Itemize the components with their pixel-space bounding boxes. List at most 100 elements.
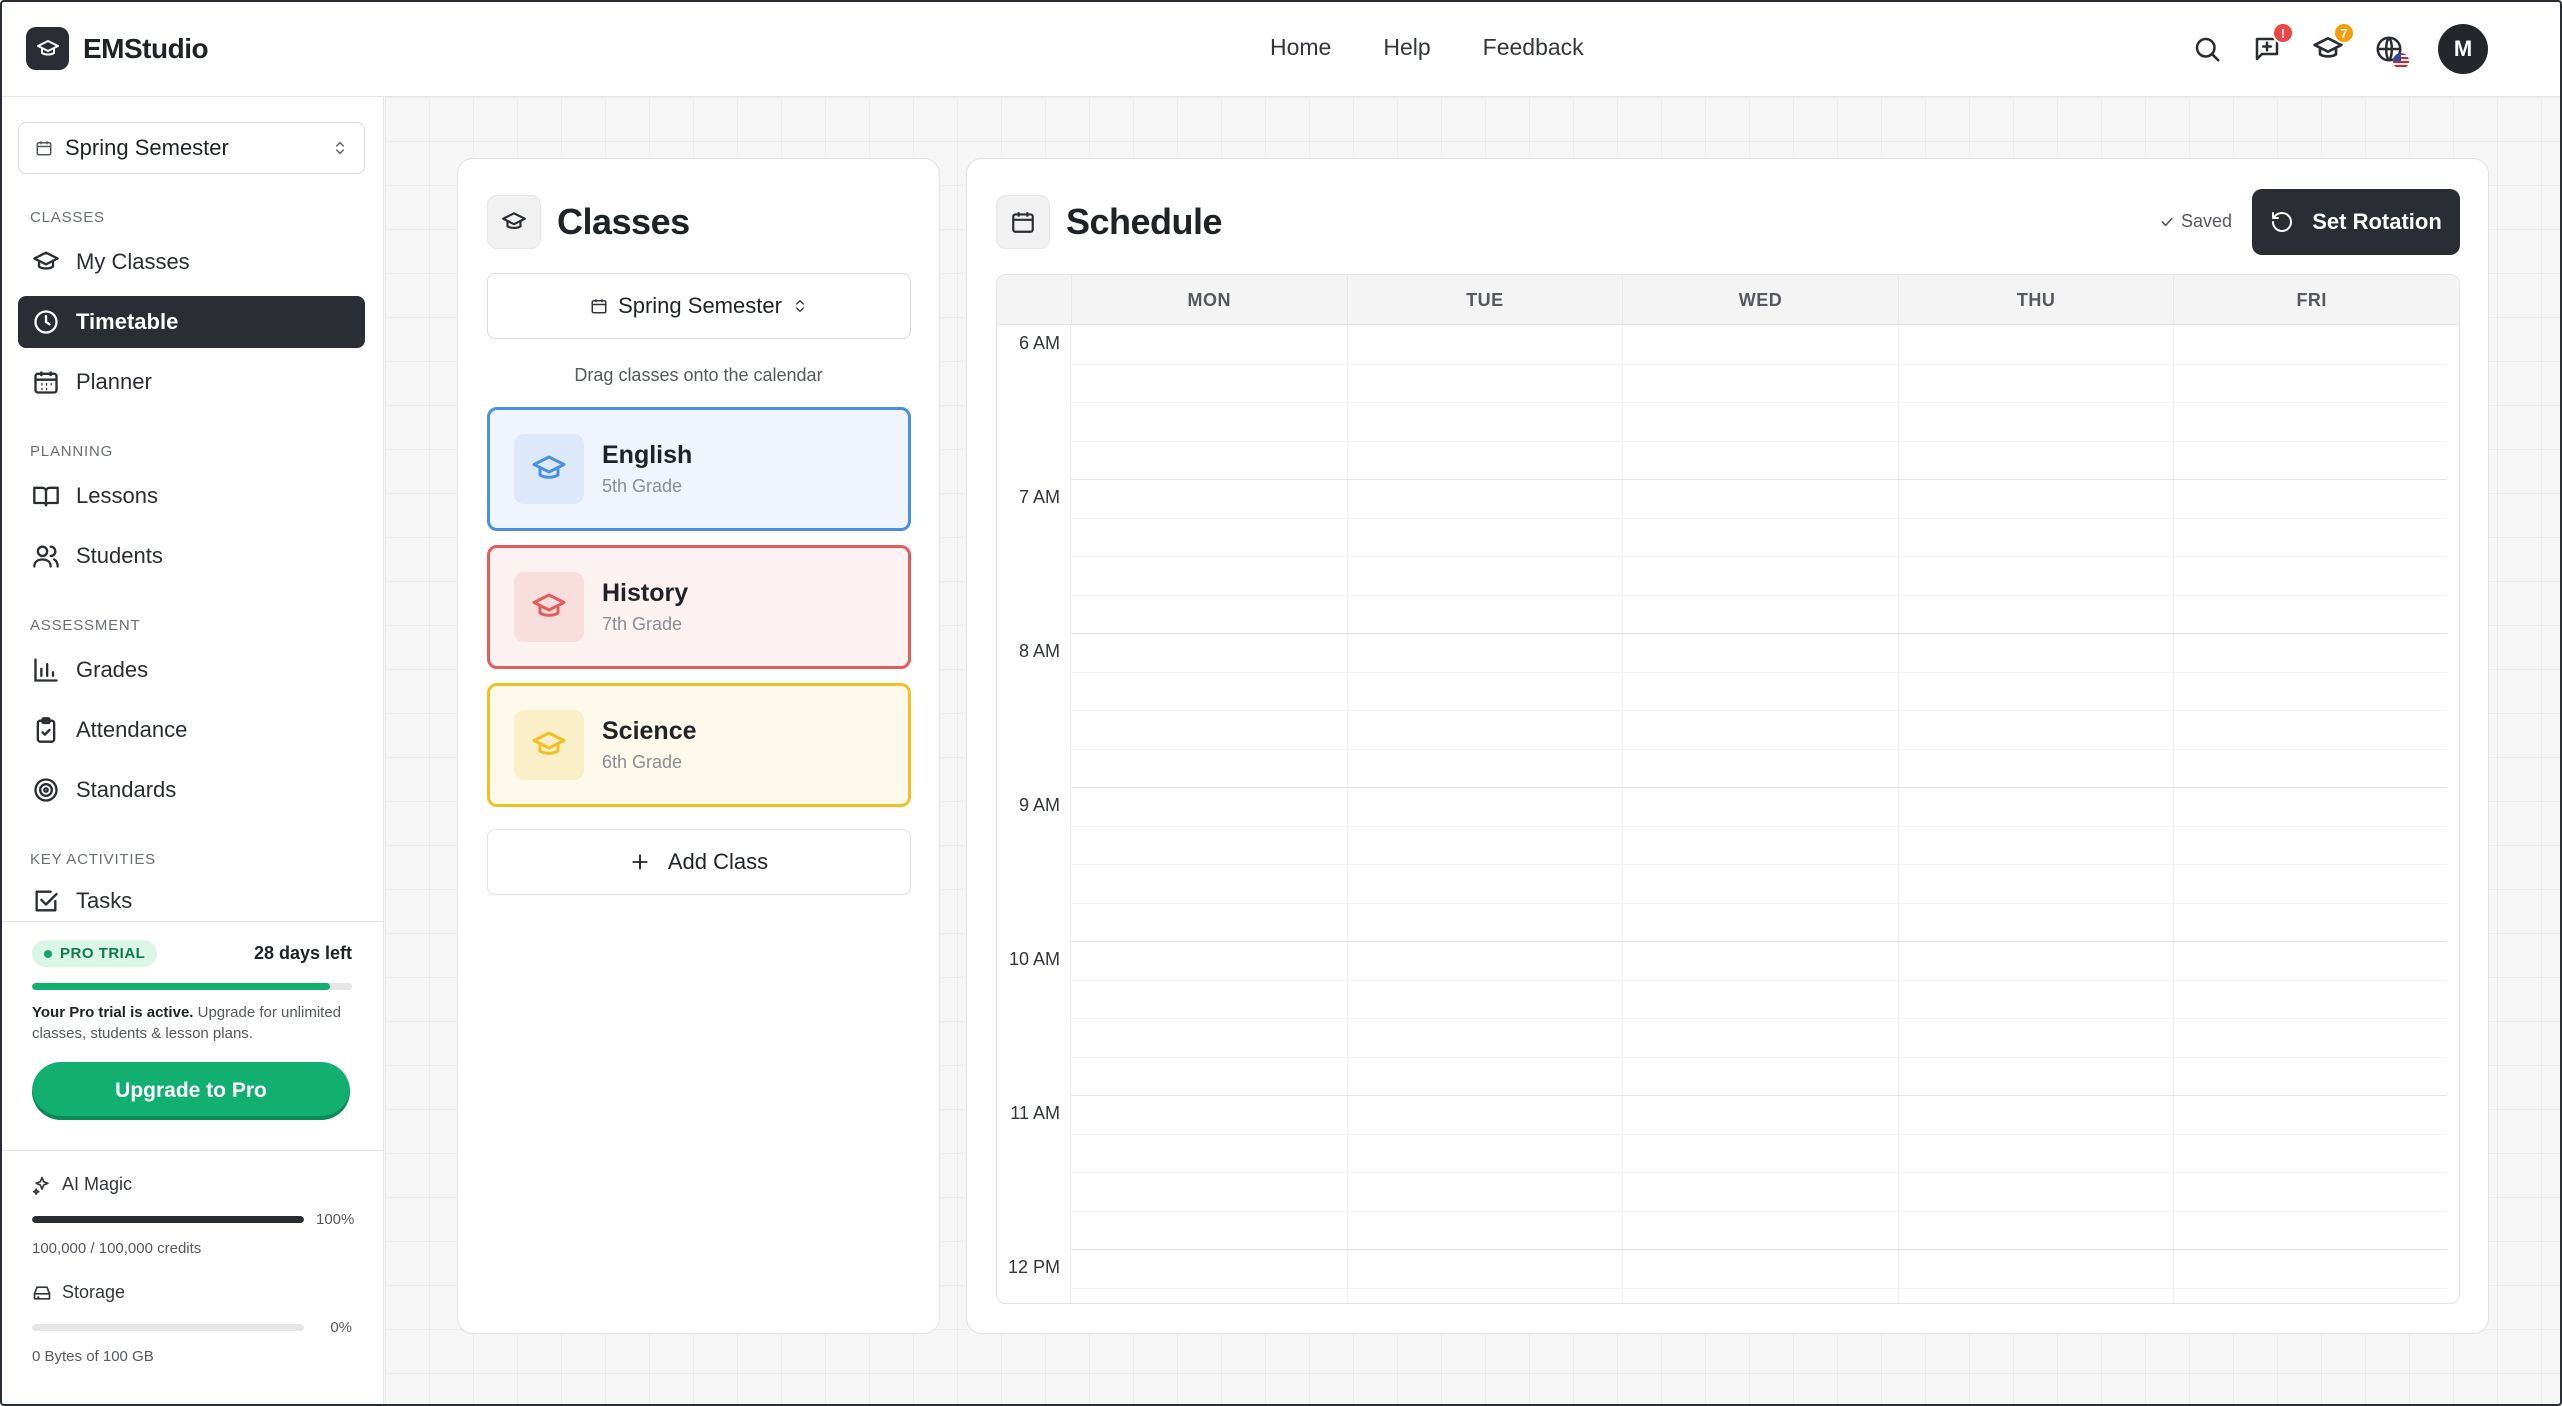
classes-button[interactable]: 7 <box>2309 22 2355 68</box>
class-text: History 7th Grade <box>602 579 688 635</box>
time-slot-line <box>1071 1056 2447 1058</box>
sidebar-item-label: Timetable <box>76 309 179 334</box>
class-text: English 5th Grade <box>602 441 692 497</box>
sidebar-item-label: Grades <box>76 657 149 682</box>
trial-days-left: 28 days left <box>253 943 352 963</box>
pro-trial-badge: PRO TRIAL <box>32 940 158 967</box>
section-label-key-activities: KEY ACTIVITIES <box>30 851 156 868</box>
checkbox-icon <box>35 890 58 912</box>
calendar-icon <box>591 299 607 314</box>
nav-help-link[interactable]: Help <box>1383 34 1430 61</box>
sidebar-item-label: My Classes <box>76 249 190 274</box>
messages-button[interactable]: ! <box>2248 22 2294 68</box>
schedule-panel: Schedule Saved Set Rotation MON TUE WED THU… <box>966 158 2489 1334</box>
classes-header: Classes <box>487 195 690 249</box>
status-dot <box>44 949 52 958</box>
sidebar-item-label: Planner <box>76 369 152 394</box>
semester-select[interactable]: Spring Semester <box>18 122 365 174</box>
add-class-button[interactable]: Add Class <box>487 829 911 895</box>
search-icon <box>2195 37 2220 62</box>
class-name: Science <box>602 717 697 745</box>
clock-icon <box>34 310 58 334</box>
sidebar-item-label: Students <box>76 543 163 568</box>
sidebar-item-planner[interactable]: Planner <box>18 356 365 408</box>
class-card-english[interactable]: English 5th Grade <box>487 407 911 531</box>
class-text: Science 6th Grade <box>602 717 697 773</box>
pro-trial-panel: PRO TRIAL 28 days left Your Pro trial is… <box>0 921 384 1120</box>
nav-home-link[interactable]: Home <box>1270 34 1331 61</box>
check-icon <box>2161 217 2173 226</box>
sparkles-icon <box>32 1176 49 1195</box>
book-open-icon <box>33 486 59 507</box>
time-slot-line <box>1071 671 2447 673</box>
us-flag-icon <box>2393 53 2409 69</box>
classes-semester-value: Spring Semester <box>618 293 782 318</box>
sidebar-item-timetable[interactable]: Timetable <box>18 296 365 348</box>
time-slot-line <box>1071 825 2447 827</box>
sidebar-item-label: Lessons <box>76 483 158 508</box>
sidebar-item-tasks[interactable]: Tasks <box>18 878 365 924</box>
day-column-divider <box>1622 325 1624 1303</box>
semester-select-value: Spring Semester <box>65 135 229 160</box>
sidebar-item-label: Tasks <box>76 888 133 913</box>
brand[interactable]: EMStudio <box>26 27 209 70</box>
storage-usage: Storage 0% 0 Bytes of 100 GB <box>0 1282 384 1365</box>
messages-badge: ! <box>2272 22 2294 44</box>
class-name: History <box>602 579 689 607</box>
time-slot-line <box>1071 556 2447 557</box>
trial-description: Your Pro trial is active. Upgrade for un… <box>32 1002 352 1044</box>
language-button[interactable] <box>2370 30 2409 69</box>
time-slot-line <box>1071 363 2447 365</box>
time-slot-line <box>1071 1018 2447 1019</box>
calendar-icon <box>996 195 1050 249</box>
sidebar-item-standards[interactable]: Standards <box>18 764 365 816</box>
divider <box>0 1150 384 1151</box>
time-label: 9 AM <box>1018 795 1060 815</box>
classes-semester-select[interactable]: Spring Semester <box>487 273 911 339</box>
upgrade-to-pro-button[interactable]: Upgrade to Pro <box>32 1062 350 1120</box>
class-grade: 6th Grade <box>602 752 683 772</box>
chevron-up-down-icon <box>336 141 344 155</box>
class-card-science[interactable]: Science 6th Grade <box>487 683 911 807</box>
day-column-divider <box>1346 325 1348 1303</box>
time-slot-line <box>1071 594 2447 596</box>
search-button[interactable] <box>2188 30 2226 68</box>
time-slot-line <box>1071 517 2447 519</box>
saved-label: Saved <box>2181 211 2233 231</box>
graduation-cap-icon <box>514 434 584 504</box>
ai-magic-usage: AI Magic 100% 100,000 / 100,000 credits <box>0 1174 384 1257</box>
schedule-title: Schedule <box>1066 201 1223 242</box>
time-slot-line <box>1071 979 2447 981</box>
graduation-cap-icon <box>514 572 584 642</box>
plus-icon <box>632 854 648 870</box>
target-icon <box>34 778 58 802</box>
trial-progress-fill <box>32 983 330 990</box>
day-header-wed: WED <box>1622 275 1898 325</box>
time-column: 6 AM 7 AM 8 AM 9 AM 10 AM 11 AM 12 PM <box>997 325 1071 1303</box>
class-card-history[interactable]: History 7th Grade <box>487 545 911 669</box>
sidebar-item-students[interactable]: Students <box>18 530 365 582</box>
storage-bar <box>32 1324 304 1331</box>
time-slot-line <box>1071 440 2447 442</box>
rotate-ccw-icon <box>2272 212 2293 232</box>
time-slot-line <box>1071 1095 2447 1096</box>
time-slot-line <box>1071 787 2447 788</box>
time-slot-line <box>1071 941 2447 942</box>
chevron-up-down-icon <box>795 299 804 313</box>
sidebar-item-my-classes[interactable]: My Classes <box>18 236 365 288</box>
nav-feedback-link[interactable]: Feedback <box>1483 34 1584 61</box>
sidebar-item-grades[interactable]: Grades <box>18 644 365 696</box>
bar-chart-icon <box>34 658 58 682</box>
user-avatar[interactable]: M <box>2438 24 2488 74</box>
day-column-divider <box>2173 325 2175 1303</box>
users-icon <box>33 545 59 568</box>
storage-label: Storage <box>62 1282 126 1302</box>
time-slot-line <box>1071 1287 2447 1289</box>
sidebar-item-attendance[interactable]: Attendance <box>18 704 365 756</box>
sidebar-item-lessons[interactable]: Lessons <box>18 470 365 522</box>
time-slot-line <box>1071 710 2447 711</box>
set-rotation-button[interactable]: Set Rotation <box>2252 189 2460 255</box>
ai-magic-fill <box>32 1216 304 1223</box>
pro-trial-badge-label: PRO TRIAL <box>60 945 146 962</box>
hard-drive-icon <box>33 1285 51 1300</box>
